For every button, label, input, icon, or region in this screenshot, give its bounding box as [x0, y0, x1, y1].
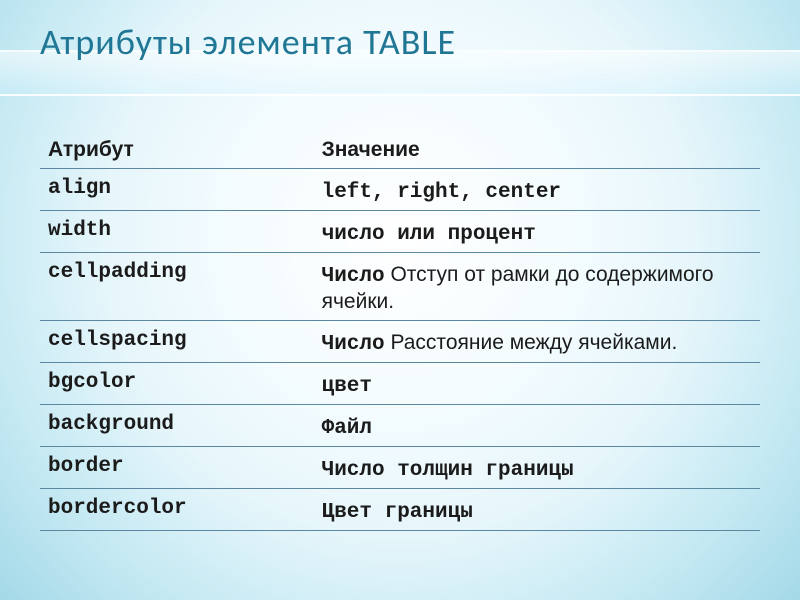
attr-name: cellspacing — [40, 321, 314, 363]
attr-name: bgcolor — [40, 363, 314, 405]
attr-name: border — [40, 447, 314, 489]
attr-value: цвет — [314, 363, 760, 405]
attr-value: число или процент — [314, 211, 760, 253]
table-row: cellspacing Число Расстояние между ячейк… — [40, 321, 760, 363]
attr-name: bordercolor — [40, 489, 314, 531]
table-row: align left, right, center — [40, 169, 760, 211]
attr-value: Число Отступ от рамки до содержимого яче… — [314, 253, 760, 321]
value-mono: Файл — [322, 417, 372, 440]
value-mono: Число — [322, 333, 385, 356]
attr-value: Число Расстояние между ячейками. — [314, 321, 760, 363]
table-row: border Число толщин границы — [40, 447, 760, 489]
value-mono: цвет — [322, 375, 372, 398]
attr-name: width — [40, 211, 314, 253]
attr-value: Цвет границы — [314, 489, 760, 531]
table-row: cellpadding Число Отступ от рамки до сод… — [40, 253, 760, 321]
table-row: background Файл — [40, 405, 760, 447]
attr-value: Файл — [314, 405, 760, 447]
table-row: bgcolor цвет — [40, 363, 760, 405]
table-row: bordercolor Цвет границы — [40, 489, 760, 531]
value-mono: Число — [322, 265, 385, 288]
slide: Атрибуты элемента TABLE Атрибут Значение… — [0, 0, 800, 600]
value-mono: Число толщин границы — [322, 459, 574, 482]
column-attribute: Атрибут — [40, 130, 314, 169]
attr-name: cellpadding — [40, 253, 314, 321]
value-mono: число или процент — [322, 223, 536, 246]
slide-title: Атрибуты элемента TABLE — [40, 20, 456, 64]
attr-value: left, right, center — [314, 169, 760, 211]
value-mono: Цвет границы — [322, 501, 473, 524]
value-desc: Расстояние между ячейками. — [385, 331, 678, 354]
table-row: width число или процент — [40, 211, 760, 253]
attr-value: Число толщин границы — [314, 447, 760, 489]
value-mono: left, right, center — [322, 181, 561, 204]
table-header-row: Атрибут Значение — [40, 130, 760, 169]
attr-name: align — [40, 169, 314, 211]
attributes-table: Атрибут Значение align left, right, cent… — [40, 130, 760, 531]
content-area: Атрибут Значение align left, right, cent… — [40, 130, 760, 531]
column-value: Значение — [314, 130, 760, 169]
attr-name: background — [40, 405, 314, 447]
